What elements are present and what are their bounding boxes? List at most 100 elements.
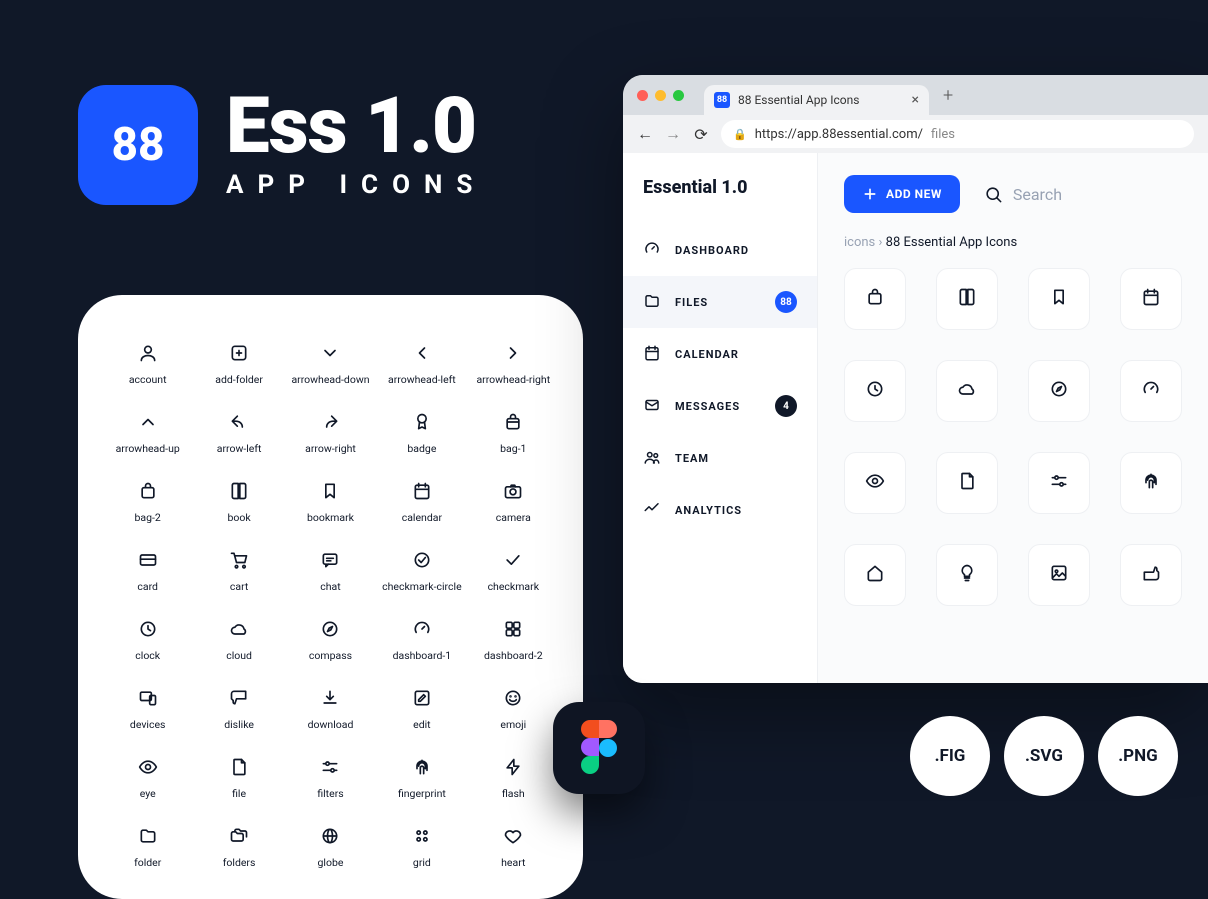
- arrow-right-icon-cell: arrow-right: [289, 412, 372, 455]
- brand-title: Ess 1.0: [226, 90, 486, 164]
- search-field[interactable]: Search: [984, 185, 1062, 204]
- add-new-button[interactable]: ADD NEW: [844, 175, 960, 213]
- sidebar-item-messages[interactable]: MESSAGES 4: [623, 380, 817, 432]
- file-icon-cell: file: [197, 757, 280, 800]
- sidebar-badge: 4: [775, 395, 797, 417]
- tile-calendar[interactable]: [1120, 268, 1182, 330]
- sidebar-item-label: CALENDAR: [675, 348, 739, 361]
- camera-icon-cell: camera: [472, 481, 555, 524]
- tile-filters[interactable]: [1028, 452, 1090, 514]
- edit-icon-cell: edit: [380, 688, 463, 731]
- image-icon: [1049, 563, 1069, 587]
- cart-icon: [229, 550, 249, 574]
- breadcrumb: icons › 88 Essential App Icons: [844, 235, 1182, 250]
- back-button[interactable]: ←: [637, 124, 653, 144]
- breadcrumb-root[interactable]: icons: [844, 235, 875, 250]
- icon-label: card: [137, 580, 158, 593]
- checkmark-icon: [503, 550, 523, 574]
- icon-label: badge: [407, 442, 436, 455]
- icon-label: camera: [496, 511, 531, 524]
- home-icon: [865, 563, 885, 587]
- arrowhead-left-icon-cell: arrowhead-left: [380, 343, 463, 386]
- icon-label: eye: [140, 787, 156, 800]
- sidebar-item-dashboard[interactable]: DASHBOARD: [623, 224, 817, 276]
- like-icon: [1141, 563, 1161, 587]
- badge-icon: [412, 412, 432, 436]
- tile-compass[interactable]: [1028, 360, 1090, 422]
- devices-icon: [138, 688, 158, 712]
- breadcrumb-current: 88 Essential App Icons: [886, 235, 1018, 250]
- tile-home[interactable]: [844, 544, 906, 606]
- browser-tabbar: 88 88 Essential App Icons × +: [623, 75, 1208, 115]
- bag-1-icon: [503, 412, 523, 436]
- book-icon-cell: book: [197, 481, 280, 524]
- url-field[interactable]: 🔒 https://app.88essential.com/files: [721, 120, 1194, 148]
- arrow-left-icon-cell: arrow-left: [197, 412, 280, 455]
- folder-icon: [643, 292, 661, 313]
- mail-icon: [643, 396, 661, 417]
- tile-file[interactable]: [936, 452, 998, 514]
- icon-label: arrowhead-up: [116, 442, 180, 455]
- sidebar-item-files[interactable]: FILES88: [623, 276, 817, 328]
- analytics-icon: [643, 500, 661, 521]
- dashboard-1-icon: [412, 619, 432, 643]
- arrowhead-right-icon-cell: arrowhead-right: [472, 343, 555, 386]
- filters-icon: [1049, 471, 1069, 495]
- icon-label: checkmark: [488, 580, 539, 593]
- calendar-icon: [643, 344, 661, 365]
- flash-icon: [503, 757, 523, 781]
- tile-idea[interactable]: [936, 544, 998, 606]
- icon-label: folders: [223, 856, 256, 869]
- icon-label: arrowhead-left: [388, 373, 456, 386]
- tile-cloud[interactable]: [936, 360, 998, 422]
- maximize-window-icon[interactable]: [673, 90, 684, 101]
- tile-bag[interactable]: [844, 268, 906, 330]
- tile-like[interactable]: [1120, 544, 1182, 606]
- bag-icon: [865, 287, 885, 311]
- emoji-icon-cell: emoji: [472, 688, 555, 731]
- forward-button[interactable]: →: [665, 124, 681, 144]
- address-bar: ← → ⟳ 🔒 https://app.88essential.com/file…: [623, 115, 1208, 153]
- chat-icon-cell: chat: [289, 550, 372, 593]
- icon-grid-card: accountadd-folderarrowhead-downarrowhead…: [78, 295, 583, 899]
- tile-fingerprint[interactable]: [1120, 452, 1182, 514]
- icon-label: cloud: [226, 649, 252, 662]
- reload-button[interactable]: ⟳: [693, 125, 709, 144]
- minimize-window-icon[interactable]: [655, 90, 666, 101]
- close-tab-icon[interactable]: ×: [912, 92, 919, 108]
- sidebar-item-label: MESSAGES: [675, 400, 740, 413]
- dislike-icon: [229, 688, 249, 712]
- tile-eye[interactable]: [844, 452, 906, 514]
- new-tab-button[interactable]: +: [943, 85, 953, 106]
- calendar-icon-cell: calendar: [380, 481, 463, 524]
- tab-title: 88 Essential App Icons: [738, 93, 859, 107]
- icon-label: grid: [413, 856, 431, 869]
- sidebar-item-calendar[interactable]: CALENDAR: [623, 328, 817, 380]
- icon-label: clock: [135, 649, 160, 662]
- tile-clock[interactable]: [844, 360, 906, 422]
- format-svg: .SVG: [1004, 716, 1084, 796]
- icon-label: emoji: [500, 718, 526, 731]
- browser-tab[interactable]: 88 88 Essential App Icons ×: [704, 85, 929, 115]
- tile-image[interactable]: [1028, 544, 1090, 606]
- file-icon: [229, 757, 249, 781]
- sidebar-item-team[interactable]: TEAM: [623, 432, 817, 484]
- icon-label: devices: [130, 718, 166, 731]
- icon-label: calendar: [402, 511, 442, 524]
- arrowhead-left-icon: [412, 343, 432, 367]
- sidebar-item-label: ANALYTICS: [675, 504, 742, 517]
- tile-book[interactable]: [936, 268, 998, 330]
- cloud-icon: [957, 379, 977, 403]
- calendar-icon: [1141, 287, 1161, 311]
- sidebar-item-analytics[interactable]: ANALYTICS: [623, 484, 817, 536]
- main-panel: ADD NEW Search icons › 88 Essential App …: [818, 153, 1208, 683]
- sidebar-item-label: DASHBOARD: [675, 244, 749, 257]
- close-window-icon[interactable]: [637, 90, 648, 101]
- book-icon: [229, 481, 249, 505]
- icon-label: book: [227, 511, 250, 524]
- arrowhead-up-icon: [138, 412, 158, 436]
- tile-dashboard[interactable]: [1120, 360, 1182, 422]
- checkmark-circle-icon-cell: checkmark-circle: [380, 550, 463, 593]
- tile-bookmark[interactable]: [1028, 268, 1090, 330]
- calendar-icon: [412, 481, 432, 505]
